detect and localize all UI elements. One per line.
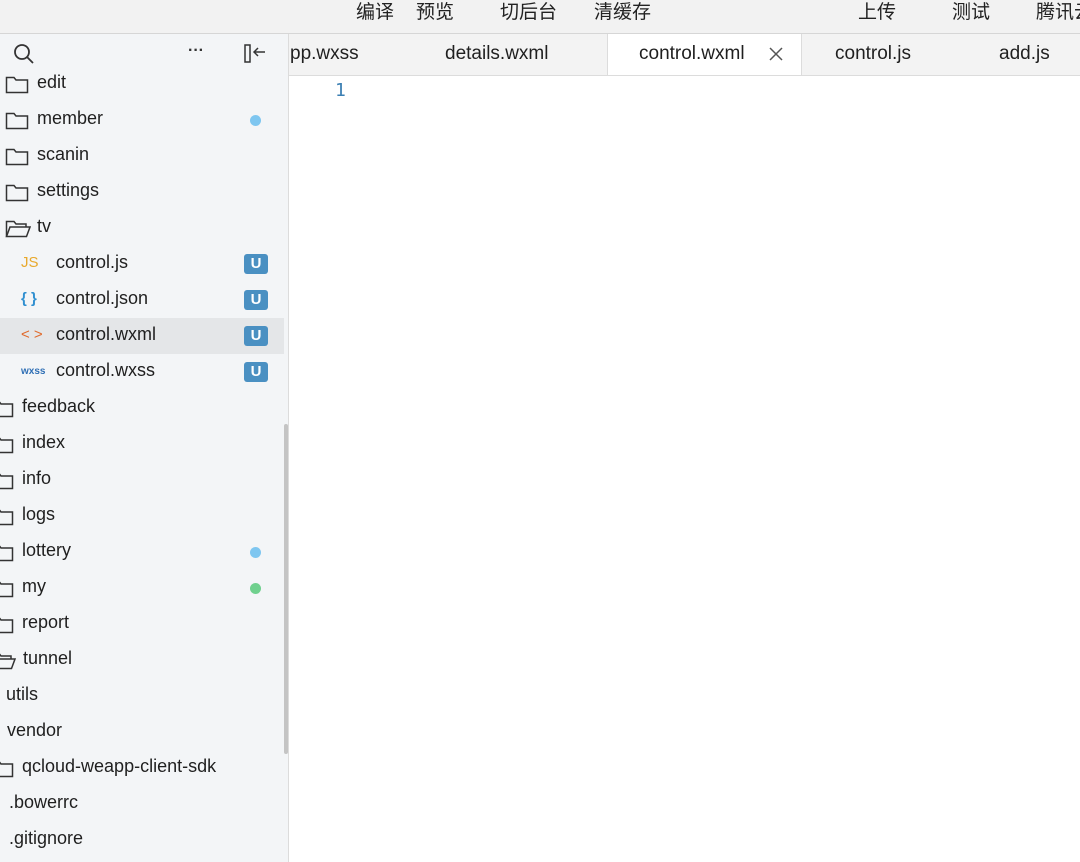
folder-icon <box>5 147 29 171</box>
tree-item-label: tunnel <box>23 648 73 668</box>
tree-item-utils[interactable]: utils <box>0 678 284 714</box>
untracked-badge: U <box>244 326 268 346</box>
folder-open-icon <box>5 219 32 243</box>
folder-icon <box>0 399 14 423</box>
code-editor[interactable]: 1 <box>289 76 1080 862</box>
tree-item-tunnel[interactable]: tunnel <box>0 642 284 678</box>
switch-background-button[interactable]: 切后台 <box>500 0 557 24</box>
sidebar-scrollbar[interactable] <box>284 424 288 754</box>
wxss-file-icon: wxss <box>21 366 46 377</box>
tree-item-vendor[interactable]: vendor <box>0 714 284 750</box>
tree-item-report[interactable]: report <box>0 606 284 642</box>
tree-item-label: control.json <box>56 288 149 308</box>
test-button[interactable]: 测试 <box>952 0 990 24</box>
tab-label: details.wxml <box>445 43 549 64</box>
tab-label: pp.wxss <box>290 43 359 64</box>
folder-icon <box>5 111 29 135</box>
tree-item-tv[interactable]: tv <box>0 210 284 246</box>
more-icon[interactable]: ··· <box>188 42 204 60</box>
folder-icon <box>0 759 14 783</box>
tree-item-label: .bowerrc <box>9 792 79 812</box>
tree-item-label: my <box>22 576 46 596</box>
tree-item-dot-gitignore[interactable]: .gitignore <box>0 822 284 858</box>
untracked-badge: U <box>244 290 268 310</box>
tree-item-label: info <box>22 468 52 488</box>
file-explorer-sidebar: ··· edit member scanin settings tv JS control.… <box>0 34 289 862</box>
tree-item-settings[interactable]: settings <box>0 174 284 210</box>
tree-item-label: tv <box>37 216 52 236</box>
close-icon[interactable] <box>768 46 784 68</box>
untracked-badge: U <box>244 362 268 382</box>
tab-label: control.js <box>835 43 912 64</box>
editor-tab-bar: pp.wxss details.wxml control.wxml contro… <box>289 34 1080 76</box>
tree-item-label: utils <box>6 684 39 704</box>
tree-item-label: .gitignore <box>9 828 84 848</box>
tab-details-wxml[interactable]: details.wxml <box>427 34 607 75</box>
tree-item-label: feedback <box>22 396 96 416</box>
tree-item-my[interactable]: my <box>0 570 284 606</box>
tab-control-wxml[interactable]: control.wxml <box>607 34 802 75</box>
clear-cache-button[interactable]: 清缓存 <box>594 0 651 24</box>
tree-item-label: edit <box>37 72 67 92</box>
tree-item-logs[interactable]: logs <box>0 498 284 534</box>
folder-icon <box>0 507 14 531</box>
tree-item-label: vendor <box>7 720 63 740</box>
json-file-icon: { } <box>21 290 37 307</box>
top-toolbar: 编译 预览 切后台 清缓存 上传 测试 腾讯云 <box>0 0 1080 34</box>
folder-icon <box>0 615 14 639</box>
untracked-badge: U <box>244 254 268 274</box>
tree-item-label: scanin <box>37 144 90 164</box>
folder-open-icon <box>0 651 17 675</box>
tencent-cloud-button[interactable]: 腾讯云 <box>1036 0 1080 24</box>
tree-item-index[interactable]: index <box>0 426 284 462</box>
folder-icon <box>0 543 14 567</box>
tree-item-label: logs <box>22 504 56 524</box>
tree-item-info[interactable]: info <box>0 462 284 498</box>
folder-icon <box>5 183 29 207</box>
tree-item-label: member <box>37 108 104 128</box>
tab-app-wxss[interactable]: pp.wxss <box>289 34 427 75</box>
tree-item-lottery[interactable]: lottery <box>0 534 284 570</box>
modified-dot <box>250 115 261 126</box>
folder-icon <box>0 471 14 495</box>
modified-dot <box>250 583 261 594</box>
tree-item-edit[interactable]: edit <box>0 66 284 102</box>
tree-item-label: index <box>22 432 66 452</box>
tree-item-control-wxss[interactable]: wxss control.wxss U <box>0 354 284 390</box>
tree-item-control-json[interactable]: { } control.json U <box>0 282 284 318</box>
js-file-icon: JS <box>21 254 39 271</box>
tree-item-scanin[interactable]: scanin <box>0 138 284 174</box>
tree-item-label: lottery <box>22 540 72 560</box>
tree-item-qcloud-weapp-client-sdk[interactable]: qcloud-weapp-client-sdk <box>0 750 284 786</box>
folder-icon <box>0 435 14 459</box>
tree-item-label: settings <box>37 180 100 200</box>
folder-icon <box>5 75 29 99</box>
tree-item-member[interactable]: member <box>0 102 284 138</box>
tree-item-label: control.wxml <box>56 324 157 344</box>
tab-control-js[interactable]: control.js <box>801 34 961 75</box>
tree-item-label: control.js <box>56 252 129 272</box>
tab-label: add.js <box>999 43 1050 64</box>
tree-item-label: qcloud-weapp-client-sdk <box>22 756 217 776</box>
preview-button[interactable]: 预览 <box>416 0 454 24</box>
compile-button[interactable]: 编译 <box>356 0 394 24</box>
folder-icon <box>0 579 14 603</box>
tree-item-dot-bowerrc[interactable]: .bowerrc <box>0 786 284 822</box>
tab-add-js[interactable]: add.js <box>961 34 1080 75</box>
tree-item-control-js[interactable]: JS control.js U <box>0 246 284 282</box>
upload-button[interactable]: 上传 <box>858 0 896 24</box>
tree-item-feedback[interactable]: feedback <box>0 390 284 426</box>
tab-label: control.wxml <box>639 43 745 64</box>
modified-dot <box>250 547 261 558</box>
tree-item-label: report <box>22 612 70 632</box>
line-number: 1 <box>335 80 346 101</box>
tree-item-control-wxml[interactable]: < > control.wxml U <box>0 318 284 354</box>
tree-item-label: control.wxss <box>56 360 156 380</box>
wxml-file-icon: < > <box>21 326 43 343</box>
